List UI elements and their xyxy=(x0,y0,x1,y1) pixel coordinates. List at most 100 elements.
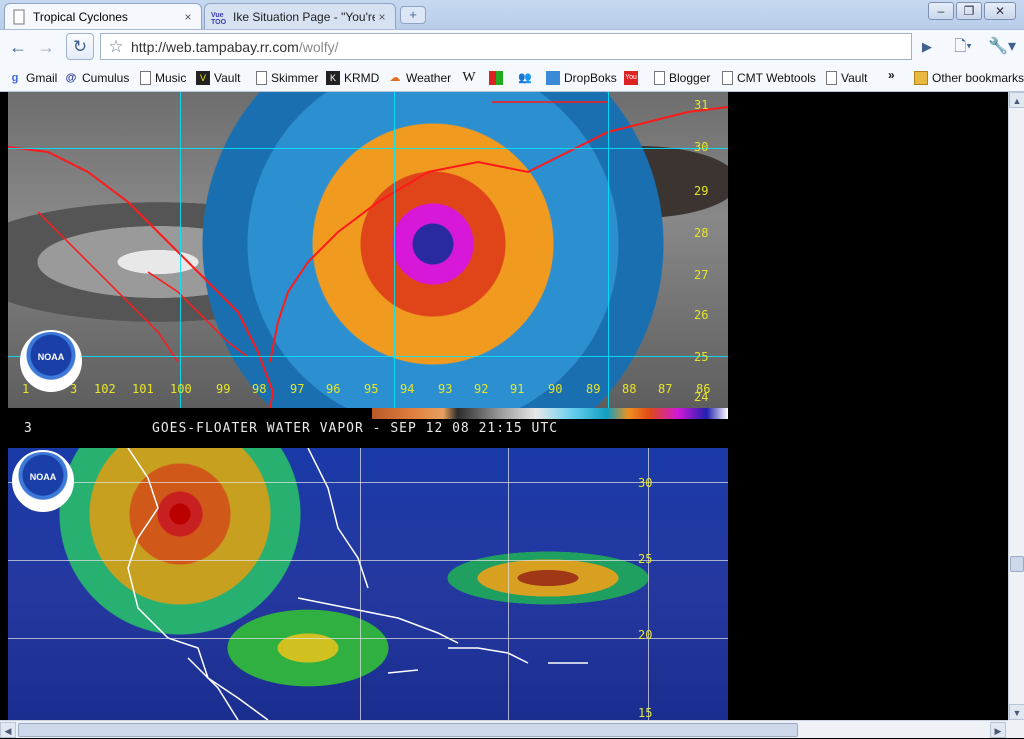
url-host: http://web.tampabay.rr.com xyxy=(131,38,299,55)
page-icon xyxy=(13,9,25,24)
longitude-label: 101 xyxy=(132,382,154,396)
bookmark-dropboks[interactable]: DropBoks xyxy=(546,69,617,87)
bookmark-label: Cumulus xyxy=(82,71,130,85)
latitude-label: 30 xyxy=(694,140,709,154)
longitude-label: 88 xyxy=(622,382,637,396)
wrench-menu-button[interactable]: 🔧▾ xyxy=(986,33,1018,60)
scroll-up-icon[interactable]: ▲ xyxy=(1009,92,1024,108)
overflow-label: » xyxy=(888,68,895,82)
bookmark-blogger[interactable]: Blogger xyxy=(654,69,710,87)
longitude-label: 87 xyxy=(658,382,673,396)
bookmark-star-icon[interactable]: ☆ xyxy=(101,37,131,57)
new-tab-button[interactable]: + xyxy=(400,6,426,24)
logo-text: NOAA xyxy=(29,472,57,482)
bookmarks-bar: g Gmail @ Cumulus Music V Vault Skimmer K KR… xyxy=(0,63,1024,92)
bookmark-youtube[interactable]: You xyxy=(624,69,642,87)
bookmark-krmd[interactable]: K KRMD xyxy=(326,69,379,87)
gridline xyxy=(8,356,728,357)
bookmark-label: Blogger xyxy=(669,71,711,85)
bookmark-weather[interactable]: ☁ Weather xyxy=(388,69,452,87)
minimize-button[interactable]: – xyxy=(928,2,954,20)
image-caption: GOES-FLOATER WATER VAPOR - SEP 12 08 21:… xyxy=(152,421,559,436)
reload-button[interactable]: ↻ xyxy=(66,33,94,60)
bookmark-grid[interactable] xyxy=(489,69,507,87)
page-viewport: 31 30 29 28 27 26 25 24 1 3 102 101 100 … xyxy=(0,92,1008,720)
navigation-toolbar: ← → ↻ ☆ http://web.tampabay.rr.com/wolfy… xyxy=(0,29,1024,63)
scrollbar-corner xyxy=(1008,720,1024,738)
vertical-scroll-thumb[interactable] xyxy=(1010,556,1024,572)
bookmark-label: Gmail xyxy=(26,71,58,85)
scroll-right-icon[interactable]: ▶ xyxy=(990,722,1006,738)
url-text[interactable]: http://web.tampabay.rr.com/wolfy/ xyxy=(131,39,339,55)
bookmark-people[interactable]: 👥 xyxy=(518,69,536,87)
latitude-label: 30 xyxy=(638,476,653,490)
gridline xyxy=(8,482,728,483)
bookmark-skimmer[interactable]: Skimmer xyxy=(256,69,318,87)
longitude-label: 90 xyxy=(548,382,563,396)
horizontal-scrollbar[interactable]: ◀ ▶ xyxy=(0,720,1008,738)
bookmark-label: Vault xyxy=(841,71,868,85)
g-icon: g xyxy=(11,72,19,84)
longitude-label: 1 xyxy=(22,382,30,396)
weather-icon: ☁ xyxy=(389,72,401,84)
latitude-label: 27 xyxy=(694,268,709,282)
tab-close-icon[interactable]: × xyxy=(375,10,389,24)
longitude-label: 95 xyxy=(364,382,379,396)
bookmark-label: Music xyxy=(155,71,187,85)
longitude-label: 93 xyxy=(438,382,453,396)
bookmarks-overflow-button[interactable]: » xyxy=(888,66,895,84)
tab-ike-situation[interactable]: Vue TOO Ike Situation Page - "You're... × xyxy=(204,3,396,29)
forward-button[interactable]: → xyxy=(32,33,60,61)
infrared-satellite-image: 30 25 20 15 NOAA xyxy=(8,448,728,720)
other-bookmarks[interactable]: Other bookmarks xyxy=(914,69,1024,87)
youtube-icon: You xyxy=(624,71,638,85)
latitude-label: 26 xyxy=(694,308,709,322)
tab-title: Tropical Cyclones xyxy=(33,9,128,24)
page-menu-button[interactable]: 🗋▾ xyxy=(948,33,978,60)
gridline xyxy=(360,448,361,720)
longitude-label: 100 xyxy=(170,382,192,396)
tab-close-icon[interactable]: × xyxy=(181,10,195,24)
latitude-label: 28 xyxy=(694,226,709,240)
gridline xyxy=(8,560,728,561)
scroll-left-icon[interactable]: ◀ xyxy=(0,722,16,738)
folder-icon xyxy=(914,71,928,85)
go-button[interactable]: ▶ xyxy=(914,33,940,60)
longitude-label: 86 xyxy=(696,382,711,396)
bookmark-label: Skimmer xyxy=(271,71,319,85)
tab-tropical-cyclones[interactable]: Tropical Cyclones × xyxy=(4,3,202,29)
wikipedia-icon: W xyxy=(462,70,476,85)
longitude-label: 94 xyxy=(400,382,415,396)
bookmark-music[interactable]: Music xyxy=(140,69,186,87)
gridline xyxy=(394,92,395,408)
bookmark-vault[interactable]: V Vault xyxy=(196,69,240,87)
horizontal-scroll-thumb[interactable] xyxy=(18,723,798,737)
latitude-label: 31 xyxy=(694,98,709,112)
bookmark-gmail[interactable]: g Gmail xyxy=(8,69,58,87)
svg-text:TOO: TOO xyxy=(211,19,227,25)
people-icon: 👥 xyxy=(518,72,532,84)
vertical-scrollbar[interactable]: ▲ ▼ xyxy=(1008,92,1024,720)
longitude-label: 92 xyxy=(474,382,489,396)
latitude-label: 15 xyxy=(638,706,653,720)
longitude-label: 102 xyxy=(94,382,116,396)
close-window-button[interactable]: ✕ xyxy=(984,2,1016,20)
address-bar[interactable]: ☆ http://web.tampabay.rr.com/wolfy/ xyxy=(100,33,912,60)
back-button[interactable]: ← xyxy=(4,33,32,61)
tab-title: Ike Situation Page - "You're... xyxy=(233,9,375,24)
longitude-label: 97 xyxy=(290,382,305,396)
bookmark-cumulus[interactable]: @ Cumulus xyxy=(64,69,130,87)
bookmark-label: KRMD xyxy=(344,71,380,85)
maximize-button[interactable]: ❐ xyxy=(956,2,982,20)
box-icon xyxy=(546,71,560,85)
scroll-down-icon[interactable]: ▼ xyxy=(1009,704,1024,720)
noaa-logo: NOAA xyxy=(20,330,82,392)
page-icon xyxy=(256,71,267,85)
svg-text:Vue: Vue xyxy=(211,12,224,19)
krmd-icon: K xyxy=(326,71,340,85)
bookmark-vault-2[interactable]: Vault xyxy=(826,69,867,87)
noaa-logo: NOAA xyxy=(12,450,74,512)
bookmark-wikipedia[interactable]: W xyxy=(462,69,480,87)
gridline xyxy=(180,92,181,408)
bookmark-cmt-webtools[interactable]: CMT Webtools xyxy=(722,69,816,87)
